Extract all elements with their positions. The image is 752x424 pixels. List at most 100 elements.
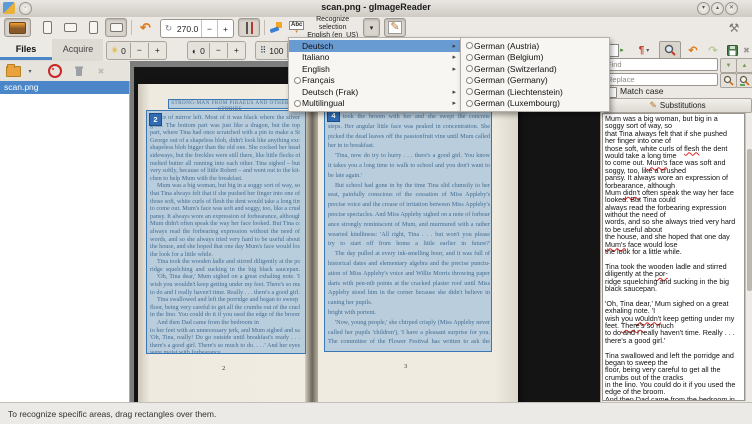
- menu-item-fran-ais[interactable]: Français: [289, 75, 461, 87]
- clear-output-button[interactable]: ✖: [739, 41, 752, 59]
- sources-button[interactable]: [4, 18, 31, 37]
- ocr-region-right-page[interactable]: 4: [324, 106, 492, 352]
- layout-detection-button[interactable]: [267, 18, 287, 37]
- submenu-arrow-icon: ▸: [444, 42, 456, 50]
- menu-item-deutsch[interactable]: Deutsch▸: [289, 40, 461, 52]
- substitutions-button[interactable]: ✎ Substitutions: [603, 98, 752, 113]
- rotate-mode-page-button[interactable]: [36, 18, 58, 37]
- strip-linebreaks-button[interactable]: ¶ ▾: [631, 41, 657, 59]
- ocr-region-header[interactable]: [168, 99, 292, 109]
- brightness-increase-button[interactable]: +: [148, 43, 166, 58]
- contrast-value[interactable]: 0: [200, 46, 205, 56]
- output-scrollbar[interactable]: [745, 113, 752, 401]
- clear-files-button[interactable]: ✖: [92, 63, 110, 79]
- menu-item-label: English: [302, 64, 330, 74]
- window-minimize-button[interactable]: ▾: [697, 2, 710, 15]
- submenu-item-german-germany-[interactable]: German (Germany): [461, 75, 609, 87]
- german-dialect-submenu: German (Austria)German (Belgium)German (…: [460, 37, 610, 112]
- submenu-arrow-icon: ▸: [444, 99, 456, 107]
- redo-button[interactable]: ↷: [703, 41, 723, 59]
- undo-button[interactable]: ↶: [683, 41, 703, 59]
- find-prev-button[interactable]: ▲: [736, 58, 752, 73]
- file-list-item[interactable]: scan.png: [0, 81, 129, 94]
- replace-icon: [723, 75, 734, 86]
- radio-icon: [466, 77, 473, 84]
- window-close-button[interactable]: ✕: [725, 2, 738, 15]
- tab-files[interactable]: Files: [0, 39, 52, 60]
- file-list[interactable]: scan.png: [0, 81, 130, 402]
- menu-item-deutsch-frak-[interactable]: Deutsch (Frak)▸: [289, 86, 461, 98]
- remove-image-button[interactable]: [46, 63, 64, 79]
- rotate-left-button[interactable]: ↶: [134, 18, 157, 37]
- settings-button[interactable]: ⚒: [722, 18, 746, 37]
- menu-item-multilingual[interactable]: Multilingual ▸: [289, 98, 461, 110]
- add-images-button[interactable]: [4, 63, 22, 79]
- pen-icon: ✎: [649, 100, 657, 111]
- delete-image-button[interactable]: [70, 63, 88, 79]
- image-canvas[interactable]: STRONG-MAN FROM PIRAEUS AND OTHER STORIE…: [130, 61, 600, 402]
- submenu-arrow-icon: ▸: [444, 88, 456, 96]
- submenu-item-german-liechtenstein-[interactable]: German (Liechtenstein): [461, 86, 609, 98]
- replace-input[interactable]: [603, 73, 718, 86]
- output-pane-toggle[interactable]: ✎: [384, 18, 406, 37]
- ocr-region-left-page[interactable]: 2: [146, 110, 306, 354]
- rotation-decrease-button[interactable]: −: [201, 20, 217, 37]
- submenu-item-german-austria-[interactable]: German (Austria): [461, 40, 609, 52]
- rotate-mode-all-button[interactable]: [105, 18, 127, 37]
- landscape-page-icon: [110, 23, 123, 32]
- ocr-region-number-badge: 2: [149, 113, 162, 126]
- rotation-increase-button[interactable]: +: [217, 20, 233, 37]
- menu-item-label: Multilingual: [302, 98, 345, 108]
- brightness-value[interactable]: 0: [121, 46, 126, 56]
- window-maximize-button[interactable]: ▴: [711, 2, 724, 15]
- image-controls-toggle[interactable]: [238, 18, 260, 37]
- left-page-number: 2: [222, 365, 225, 372]
- radio-icon: [294, 77, 301, 84]
- find-input[interactable]: [603, 58, 718, 71]
- clear-icon: ✖: [743, 46, 750, 55]
- recognize-language-dropdown-button[interactable]: ▾: [363, 18, 380, 37]
- radio-icon: [294, 100, 301, 107]
- submenu-item-german-switzerland-[interactable]: German (Switzerland): [461, 63, 609, 75]
- submenu-item-label: German (Germany): [474, 75, 548, 85]
- pen-icon: ✎: [388, 21, 401, 34]
- recognize-abc-icon: Abc▾: [289, 21, 304, 34]
- brightness-decrease-button[interactable]: −: [130, 43, 148, 58]
- replace-all-button[interactable]: [736, 73, 752, 88]
- submenu-arrow-icon: ▸: [444, 53, 456, 61]
- rotation-value[interactable]: 270.0: [174, 24, 201, 34]
- rotate-mode-left-button[interactable]: [59, 18, 81, 37]
- recognize-language-menu: Deutsch▸Italiano▸English▸FrançaisDeutsch…: [288, 37, 462, 112]
- submenu-item-label: German (Switzerland): [474, 64, 557, 74]
- paragraph-icon: ¶: [639, 45, 645, 56]
- contrast-increase-button[interactable]: +: [227, 43, 245, 58]
- contrast-decrease-button[interactable]: −: [209, 43, 227, 58]
- status-bar: To recognize specific areas, drag rectan…: [0, 402, 752, 424]
- find-replace-toggle[interactable]: [659, 41, 681, 59]
- book-spread: STRONG-MAN FROM PIRAEUS AND OTHER STORIE…: [138, 84, 518, 402]
- settings-icon: ⚒: [729, 21, 740, 35]
- radio-icon: [466, 88, 473, 95]
- add-images-dropdown[interactable]: ▾: [24, 63, 36, 79]
- arrow-up-icon: ▲: [742, 63, 748, 69]
- right-page-number: 3: [404, 363, 407, 370]
- recognize-button[interactable]: Abc▾ Recognize selectionEnglish (en_US): [286, 18, 362, 37]
- replace-button[interactable]: [720, 73, 737, 88]
- rotation-spinbox[interactable]: ↻ 270.0 − +: [160, 19, 234, 38]
- output-panel: ▸ ¶ ▾ ↶ ↷ ✖ ▼ ▲ Match case ✎ Substitutio…: [600, 39, 752, 402]
- resolution-value[interactable]: 100: [269, 46, 283, 56]
- insert-arrow-icon: ▸: [620, 46, 624, 54]
- menu-item-italiano[interactable]: Italiano▸: [289, 52, 461, 64]
- submenu-item-german-belgium-[interactable]: German (Belgium): [461, 52, 609, 64]
- menu-item-english[interactable]: English▸: [289, 63, 461, 75]
- find-next-button[interactable]: ▼: [720, 58, 737, 73]
- scrollbar-thumb[interactable]: [747, 149, 752, 291]
- output-text-line: black saucepan.: [605, 285, 742, 292]
- replace-all-icon: [739, 75, 750, 86]
- rotate-mode-right-button[interactable]: [82, 18, 104, 37]
- misspelled-word: flesh: [684, 144, 699, 153]
- ocr-output-text[interactable]: Mum was a big woman, but big in asoggy s…: [602, 113, 745, 401]
- tab-acquire[interactable]: Acquire: [52, 39, 104, 60]
- submenu-item-german-luxembourg-[interactable]: German (Luxembourg): [461, 98, 609, 110]
- chevron-down-icon: ▾: [646, 47, 649, 54]
